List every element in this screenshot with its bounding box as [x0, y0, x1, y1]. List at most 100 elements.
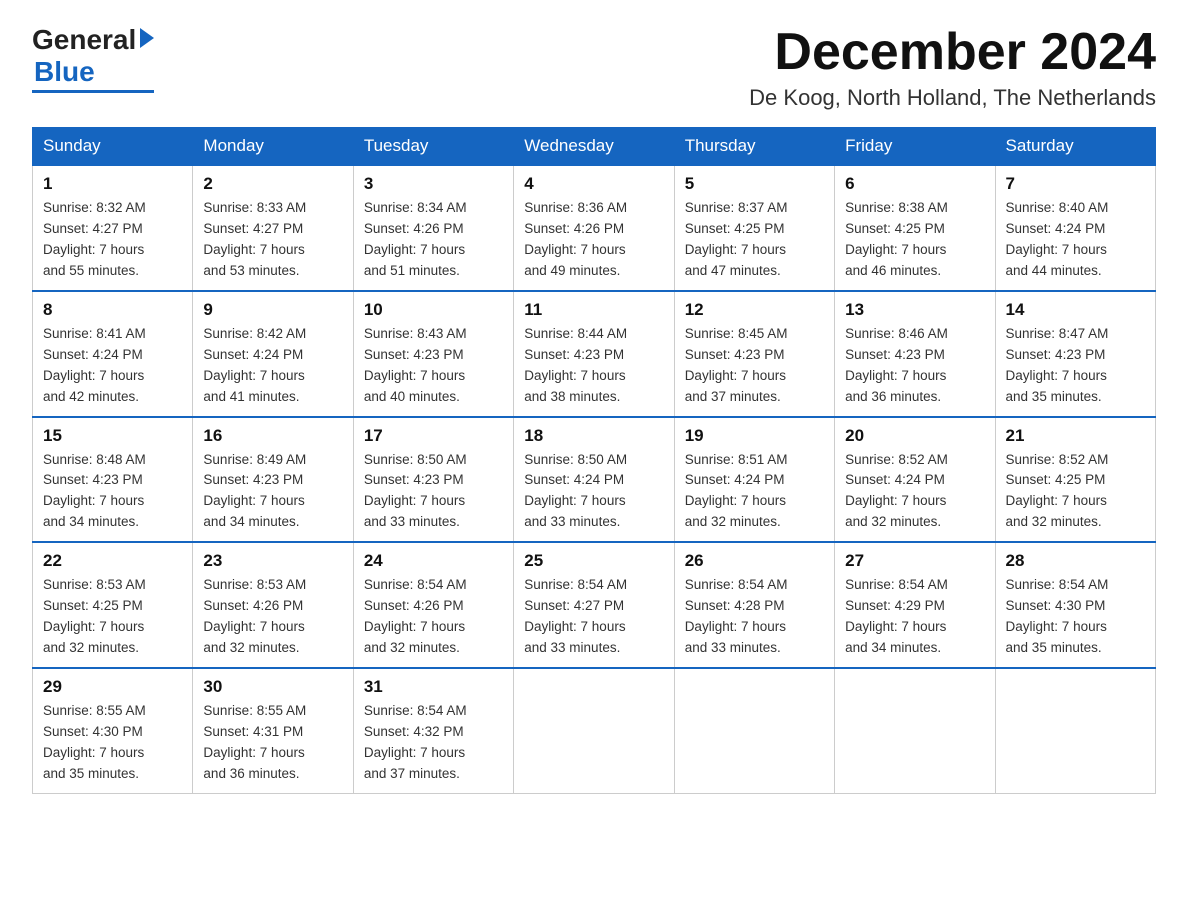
calendar-cell: 28 Sunrise: 8:54 AM Sunset: 4:30 PM Dayli… [995, 542, 1155, 668]
calendar-cell: 5 Sunrise: 8:37 AM Sunset: 4:25 PM Daylig… [674, 165, 834, 291]
day-info: Sunrise: 8:50 AM Sunset: 4:24 PM Dayligh… [524, 450, 663, 534]
calendar-cell: 10 Sunrise: 8:43 AM Sunset: 4:23 PM Dayli… [353, 291, 513, 417]
calendar-cell: 25Sunrise: 8:54 AM Sunset: 4:27 PM Dayli… [514, 542, 674, 668]
day-info: Sunrise: 8:36 AM Sunset: 4:26 PM Dayligh… [524, 198, 663, 282]
day-number: 5 [685, 174, 824, 194]
location-title: De Koog, North Holland, The Netherlands [749, 85, 1156, 111]
calendar-cell: 12 Sunrise: 8:45 AM Sunset: 4:23 PM Dayli… [674, 291, 834, 417]
day-info: Sunrise: 8:43 AM Sunset: 4:23 PM Dayligh… [364, 324, 503, 408]
day-number: 8 [43, 300, 182, 320]
calendar-cell: 21Sunrise: 8:52 AM Sunset: 4:25 PM Dayli… [995, 417, 1155, 543]
day-info: Sunrise: 8:42 AM Sunset: 4:24 PM Dayligh… [203, 324, 342, 408]
day-number: 18 [524, 426, 663, 446]
day-number: 1 [43, 174, 182, 194]
calendar-cell: 2 Sunrise: 8:33 AM Sunset: 4:27 PM Daylig… [193, 165, 353, 291]
day-info: Sunrise: 8:53 AM Sunset: 4:26 PM Dayligh… [203, 575, 342, 659]
day-number: 14 [1006, 300, 1145, 320]
day-number: 16 [203, 426, 342, 446]
day-info: Sunrise: 8:49 AM Sunset: 4:23 PM Dayligh… [203, 450, 342, 534]
day-info: Sunrise: 8:54 AM Sunset: 4:27 PM Dayligh… [524, 575, 663, 659]
calendar-cell: 20Sunrise: 8:52 AM Sunset: 4:24 PM Dayli… [835, 417, 995, 543]
logo: General Blue [32, 24, 154, 93]
day-info: Sunrise: 8:54 AM Sunset: 4:32 PM Dayligh… [364, 701, 503, 785]
day-number: 26 [685, 551, 824, 571]
calendar-cell: 8 Sunrise: 8:41 AM Sunset: 4:24 PM Daylig… [33, 291, 193, 417]
calendar-cell [674, 668, 834, 793]
header-monday: Monday [193, 128, 353, 166]
day-number: 3 [364, 174, 503, 194]
day-number: 7 [1006, 174, 1145, 194]
day-info: Sunrise: 8:37 AM Sunset: 4:25 PM Dayligh… [685, 198, 824, 282]
page-header: General Blue December 2024 De Koog, Nort… [32, 24, 1156, 111]
calendar-cell: 18 Sunrise: 8:50 AM Sunset: 4:24 PM Dayli… [514, 417, 674, 543]
calendar-cell: 11 Sunrise: 8:44 AM Sunset: 4:23 PM Dayli… [514, 291, 674, 417]
header-friday: Friday [835, 128, 995, 166]
calendar-cell [995, 668, 1155, 793]
day-number: 11 [524, 300, 663, 320]
day-info: Sunrise: 8:34 AM Sunset: 4:26 PM Dayligh… [364, 198, 503, 282]
day-info: Sunrise: 8:48 AM Sunset: 4:23 PM Dayligh… [43, 450, 182, 534]
header-sunday: Sunday [33, 128, 193, 166]
header-wednesday: Wednesday [514, 128, 674, 166]
day-info: Sunrise: 8:38 AM Sunset: 4:25 PM Dayligh… [845, 198, 984, 282]
calendar-cell: 23Sunrise: 8:53 AM Sunset: 4:26 PM Dayli… [193, 542, 353, 668]
day-info: Sunrise: 8:45 AM Sunset: 4:23 PM Dayligh… [685, 324, 824, 408]
day-info: Sunrise: 8:54 AM Sunset: 4:29 PM Dayligh… [845, 575, 984, 659]
calendar-cell: 9Sunrise: 8:42 AM Sunset: 4:24 PM Daylig… [193, 291, 353, 417]
header-tuesday: Tuesday [353, 128, 513, 166]
day-number: 2 [203, 174, 342, 194]
calendar-cell: 26Sunrise: 8:54 AM Sunset: 4:28 PM Dayli… [674, 542, 834, 668]
day-number: 31 [364, 677, 503, 697]
calendar-cell: 3 Sunrise: 8:34 AM Sunset: 4:26 PM Daylig… [353, 165, 513, 291]
day-number: 4 [524, 174, 663, 194]
day-info: Sunrise: 8:40 AM Sunset: 4:24 PM Dayligh… [1006, 198, 1145, 282]
day-info: Sunrise: 8:55 AM Sunset: 4:31 PM Dayligh… [203, 701, 342, 785]
week-row-1: 1 Sunrise: 8:32 AM Sunset: 4:27 PM Daylig… [33, 165, 1156, 291]
calendar-cell: 24 Sunrise: 8:54 AM Sunset: 4:26 PM Dayli… [353, 542, 513, 668]
header-saturday: Saturday [995, 128, 1155, 166]
calendar-cell: 7 Sunrise: 8:40 AM Sunset: 4:24 PM Daylig… [995, 165, 1155, 291]
calendar-cell: 16 Sunrise: 8:49 AM Sunset: 4:23 PM Dayli… [193, 417, 353, 543]
calendar-cell: 13Sunrise: 8:46 AM Sunset: 4:23 PM Dayli… [835, 291, 995, 417]
day-info: Sunrise: 8:51 AM Sunset: 4:24 PM Dayligh… [685, 450, 824, 534]
calendar-cell: 30 Sunrise: 8:55 AM Sunset: 4:31 PM Dayli… [193, 668, 353, 793]
day-info: Sunrise: 8:32 AM Sunset: 4:27 PM Dayligh… [43, 198, 182, 282]
day-info: Sunrise: 8:44 AM Sunset: 4:23 PM Dayligh… [524, 324, 663, 408]
calendar-cell: 15Sunrise: 8:48 AM Sunset: 4:23 PM Dayli… [33, 417, 193, 543]
day-info: Sunrise: 8:53 AM Sunset: 4:25 PM Dayligh… [43, 575, 182, 659]
day-info: Sunrise: 8:50 AM Sunset: 4:23 PM Dayligh… [364, 450, 503, 534]
day-number: 30 [203, 677, 342, 697]
day-info: Sunrise: 8:47 AM Sunset: 4:23 PM Dayligh… [1006, 324, 1145, 408]
header-row: Sunday Monday Tuesday Wednesday Thursday… [33, 128, 1156, 166]
logo-underline [32, 90, 154, 93]
calendar-cell: 4 Sunrise: 8:36 AM Sunset: 4:26 PM Daylig… [514, 165, 674, 291]
logo-flag-icon [140, 28, 154, 48]
calendar-cell: 22 Sunrise: 8:53 AM Sunset: 4:25 PM Dayli… [33, 542, 193, 668]
calendar-cell: 29Sunrise: 8:55 AM Sunset: 4:30 PM Dayli… [33, 668, 193, 793]
calendar-table: Sunday Monday Tuesday Wednesday Thursday… [32, 127, 1156, 793]
week-row-4: 22 Sunrise: 8:53 AM Sunset: 4:25 PM Dayli… [33, 542, 1156, 668]
week-row-3: 15Sunrise: 8:48 AM Sunset: 4:23 PM Dayli… [33, 417, 1156, 543]
logo-blue-text: Blue [34, 56, 95, 88]
day-number: 27 [845, 551, 984, 571]
day-info: Sunrise: 8:54 AM Sunset: 4:30 PM Dayligh… [1006, 575, 1145, 659]
week-row-2: 8 Sunrise: 8:41 AM Sunset: 4:24 PM Daylig… [33, 291, 1156, 417]
day-number: 12 [685, 300, 824, 320]
day-info: Sunrise: 8:46 AM Sunset: 4:23 PM Dayligh… [845, 324, 984, 408]
calendar-cell: 6Sunrise: 8:38 AM Sunset: 4:25 PM Daylig… [835, 165, 995, 291]
day-info: Sunrise: 8:33 AM Sunset: 4:27 PM Dayligh… [203, 198, 342, 282]
calendar-cell [835, 668, 995, 793]
calendar-cell: 31 Sunrise: 8:54 AM Sunset: 4:32 PM Dayli… [353, 668, 513, 793]
month-title: December 2024 [749, 24, 1156, 81]
day-number: 22 [43, 551, 182, 571]
title-area: December 2024 De Koog, North Holland, Th… [749, 24, 1156, 111]
day-number: 24 [364, 551, 503, 571]
day-number: 28 [1006, 551, 1145, 571]
day-number: 10 [364, 300, 503, 320]
day-info: Sunrise: 8:41 AM Sunset: 4:24 PM Dayligh… [43, 324, 182, 408]
day-number: 29 [43, 677, 182, 697]
day-info: Sunrise: 8:52 AM Sunset: 4:24 PM Dayligh… [845, 450, 984, 534]
day-info: Sunrise: 8:52 AM Sunset: 4:25 PM Dayligh… [1006, 450, 1145, 534]
calendar-cell: 1 Sunrise: 8:32 AM Sunset: 4:27 PM Daylig… [33, 165, 193, 291]
day-info: Sunrise: 8:54 AM Sunset: 4:26 PM Dayligh… [364, 575, 503, 659]
